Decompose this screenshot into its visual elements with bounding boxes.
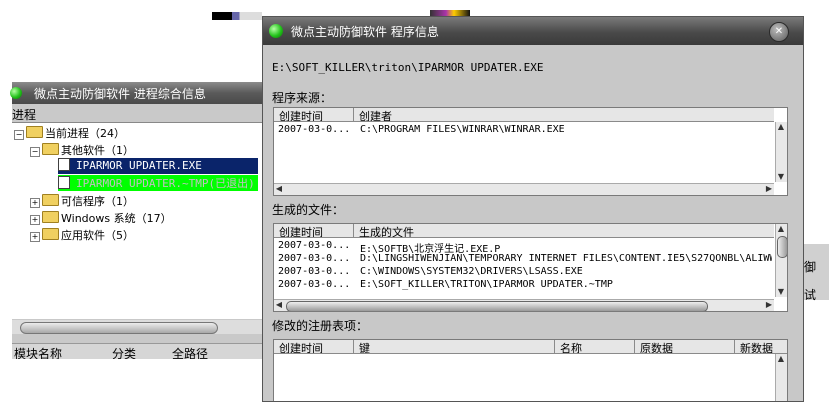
column-created-time[interactable]: 创建时间 [274,340,354,354]
module-list [12,359,262,400]
dialog-titlebar: 微点主动防御软件 程序信息 ✕ [263,17,803,45]
generated-files-list: 创建时间 生成的文件 2007-03-0... E:\SOFTB\北京浮生记.E… [273,223,788,312]
process-window-title: 微点主动防御软件 进程综合信息 [34,87,206,101]
process-tree: − 当前进程（24） − 其他软件（1） IPARMOR UPDATER.EXE I… [12,122,262,319]
tree-node-iparmor-exe[interactable]: IPARMOR UPDATER.EXE [58,158,258,174]
bg-toolbar-fragment [212,12,262,20]
process-info-window: 微点主动防御软件 进程综合信息 进程 − 当前进程（24） − 其他软件（1） IP… [10,82,262,400]
background-window-edge: 御 试 [800,244,829,302]
file-row-path[interactable]: C:\WINDOWS\SYSTEM32\DRIVERS\LSASS.EXE [360,266,583,277]
scroll-up-icon[interactable]: ▲ [776,224,786,234]
collapse-icon[interactable]: − [14,130,24,140]
registry-list: 创建时间 键 名称 原数据 新数据 ▲ [273,339,788,401]
source-row-creator[interactable]: C:\PROGRAM FILES\WINRAR\WINRAR.EXE [360,124,565,135]
source-horizontal-scrollbar[interactable]: ◀ ▶ [274,183,774,195]
file-icon [58,176,70,189]
file-row-time[interactable]: 2007-03-0... [278,279,350,290]
file-row-time[interactable]: 2007-03-0... [278,253,350,264]
file-row-path[interactable]: D:\LINGSHIWENJIAN\TEMPORARY INTERNET FIL… [360,253,772,264]
edge-text-2: 试 [804,288,817,302]
folder-icon [42,228,59,240]
expand-icon[interactable]: + [30,232,40,242]
folder-icon [42,194,59,206]
files-label: 生成的文件： [272,203,345,217]
file-row-time[interactable]: 2007-03-0... [278,240,350,251]
file-icon [58,158,70,171]
process-window-titlebar: 微点主动防御软件 进程综合信息 [10,82,262,104]
collapse-icon[interactable]: − [30,147,40,157]
scroll-left-icon[interactable]: ◀ [274,184,284,194]
app-orb-icon [10,87,22,99]
column-creator[interactable]: 创建者 [354,108,774,122]
scroll-right-icon[interactable]: ▶ [764,300,774,310]
source-row-time[interactable]: 2007-03-0... [278,124,350,135]
scrollbar-thumb[interactable] [20,322,218,334]
module-list-header: 模块名称 分类 全路径 [12,343,262,361]
dialog-title: 微点主动防御软件 程序信息 [291,25,439,39]
close-icon[interactable]: ✕ [769,22,789,42]
expand-icon[interactable]: + [30,215,40,225]
tree-node-other-software[interactable]: − 其他软件（1） [30,142,134,158]
program-info-dialog: 微点主动防御软件 程序信息 ✕ E:\SOFT_KILLER\triton\IP… [262,16,804,402]
edge-text-1: 御 [804,260,817,274]
source-vertical-scrollbar[interactable]: ▲ ▼ [775,122,787,182]
process-section-label: 进程 [12,108,37,122]
scroll-right-icon[interactable]: ▶ [764,184,774,194]
app-orb-icon [269,24,283,38]
folder-icon [42,211,59,223]
scroll-up-icon[interactable]: ▲ [776,354,786,364]
scroll-down-icon[interactable]: ▼ [776,287,786,297]
tree-node-windows[interactable]: + Windows 系统（17） [30,210,172,226]
tree-node-iparmor-tmp[interactable]: IPARMOR UPDATER.~TMP(已退出) [58,175,258,191]
scrollbar-thumb[interactable] [286,301,708,311]
column-created-time[interactable]: 创建时间 [274,108,354,122]
registry-vertical-scrollbar[interactable]: ▲ [775,354,787,401]
folder-icon [26,126,43,138]
source-list: 创建时间 创建者 2007-03-0... C:\PROGRAM FILES\W… [273,107,788,196]
tree-node-current[interactable]: − 当前进程（24） [14,125,125,141]
column-created-time[interactable]: 创建时间 [274,224,354,238]
files-horizontal-scrollbar[interactable]: ◀ ▶ [274,299,774,311]
scroll-up-icon[interactable]: ▲ [776,122,786,132]
program-path: E:\SOFT_KILLER\triton\IPARMOR UPDATER.EX… [272,61,544,74]
scrollbar-thumb[interactable] [777,236,787,258]
source-label: 程序来源： [272,91,333,105]
expand-icon[interactable]: + [30,198,40,208]
file-row-time[interactable]: 2007-03-0... [278,266,350,277]
tree-node-trusted[interactable]: + 可信程序（1） [30,193,134,209]
column-generated-file[interactable]: 生成的文件 [354,224,774,238]
column-new-data[interactable]: 新数据 [735,340,787,354]
registry-label: 修改的注册表项： [272,319,369,333]
tree-node-apps[interactable]: + 应用软件（5） [30,227,134,243]
tree-horizontal-scrollbar[interactable] [12,320,262,334]
files-vertical-scrollbar[interactable]: ▲ ▼ [775,224,787,297]
column-name[interactable]: 名称 [555,340,635,354]
scroll-down-icon[interactable]: ▼ [776,172,786,182]
folder-icon [42,143,59,155]
column-old-data[interactable]: 原数据 [635,340,735,354]
file-row-path[interactable]: E:\SOFT_KILLER\TRITON\IPARMOR UPDATER.~T… [360,279,613,290]
scroll-left-icon[interactable]: ◀ [274,300,284,310]
column-key[interactable]: 键 [354,340,555,354]
